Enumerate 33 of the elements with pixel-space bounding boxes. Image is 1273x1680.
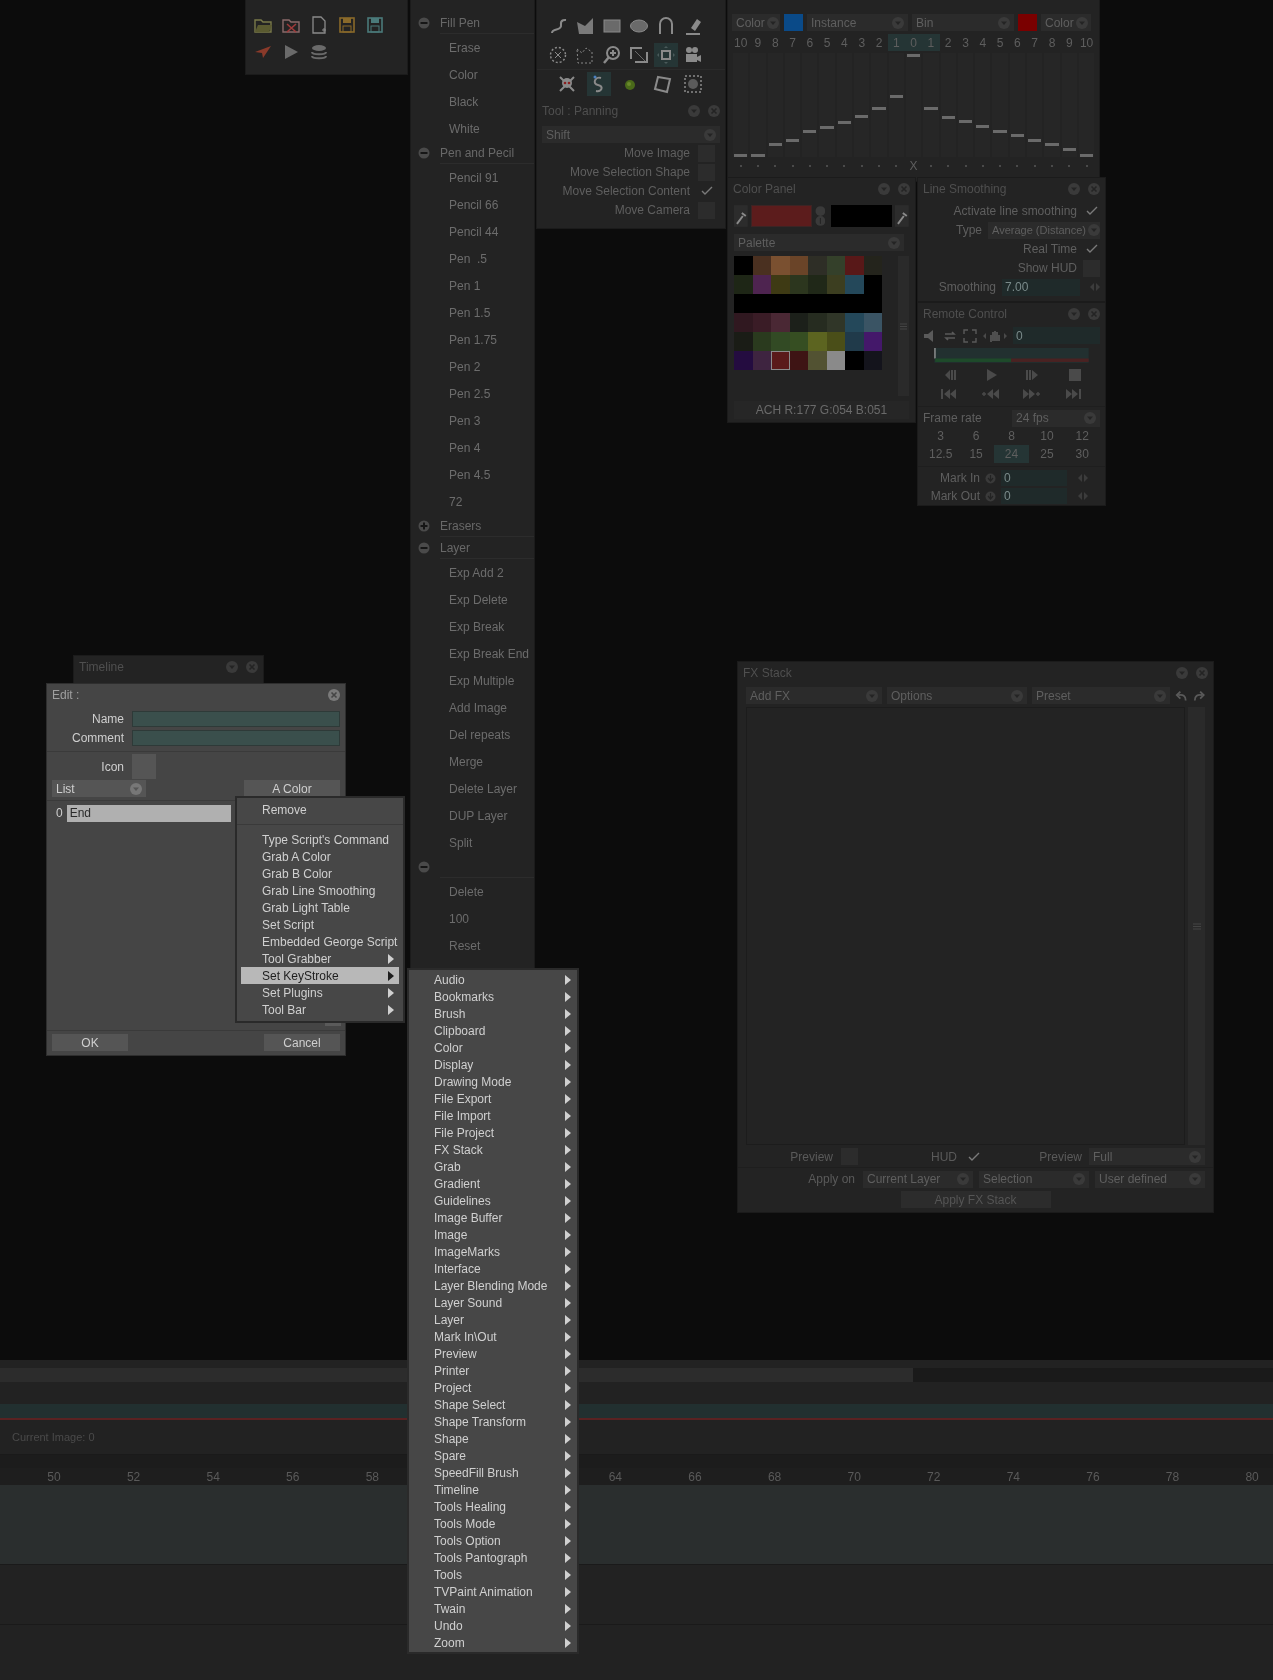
ruler-label: 76 [1085, 1468, 1101, 1486]
option-label: Real Time [1022, 241, 1077, 258]
ruler-label: 74 [1005, 1468, 1021, 1486]
ruler-label: 66 [687, 1468, 703, 1486]
option-label: Move Image [623, 145, 690, 162]
ruler-label: 78 [1164, 1468, 1181, 1486]
dialog-title: Edit : [52, 687, 81, 704]
ruler-label: 64 [607, 1468, 624, 1486]
ruler-label: 72 [926, 1468, 942, 1486]
field-label: Name [91, 711, 124, 728]
option-label: Move Selection Content [562, 183, 690, 200]
ruler-label: 68 [766, 1468, 783, 1486]
option-label: Mark Out [929, 488, 980, 505]
field-label: Icon [100, 758, 124, 776]
option-label: Move Camera [614, 202, 690, 219]
ruler-label: 80 [1244, 1468, 1260, 1486]
color-readout: ACH R:177 G:054 B:051 [755, 402, 888, 419]
ruler-label: 56 [285, 1468, 301, 1486]
ruler-label: 70 [846, 1468, 862, 1486]
ruler-label: 52 [125, 1468, 142, 1486]
option-label: Mark In [939, 470, 980, 487]
axis-label: X [909, 158, 918, 175]
ruler-label: 50 [46, 1468, 62, 1486]
option-label: Type [956, 222, 982, 239]
option-label: Activate line smoothing [953, 203, 1077, 220]
ruler-label: 58 [364, 1468, 381, 1486]
ruler-label: 54 [205, 1468, 221, 1486]
option-label: Smoothing [938, 279, 996, 296]
option-label: Move Selection Shape [569, 164, 690, 181]
field-label: Comment [71, 730, 124, 747]
option-label: Show HUD [1017, 260, 1077, 277]
option-label: Frame rate [923, 410, 982, 427]
row-index: 0 [56, 805, 63, 822]
